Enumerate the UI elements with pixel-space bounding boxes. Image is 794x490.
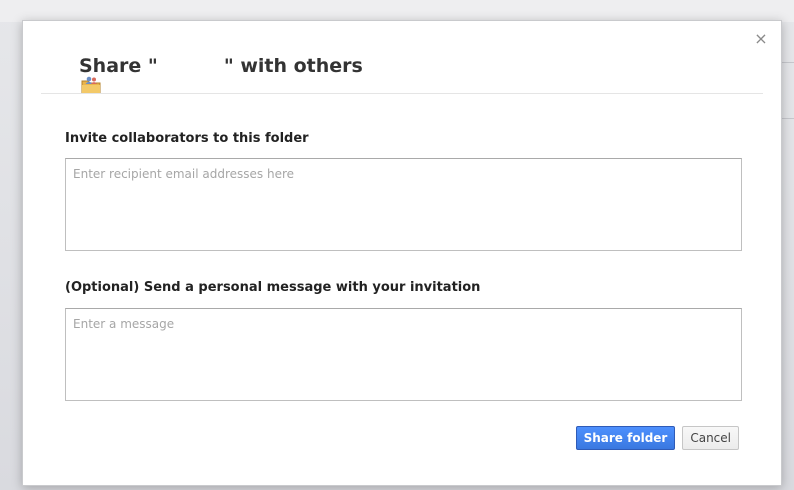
- share-folder-dialog: × Share " " with others Invite collaborat…: [22, 20, 782, 486]
- close-icon[interactable]: ×: [751, 29, 771, 49]
- dialog-header: Share " " with others: [49, 55, 363, 94]
- invite-label: Invite collaborators to this folder: [65, 131, 309, 146]
- dialog-title-suffix: " with others: [223, 55, 363, 77]
- shared-folder-icon: [49, 55, 101, 94]
- backdrop-top-bar: [0, 0, 794, 22]
- share-folder-button[interactable]: Share folder: [575, 426, 676, 450]
- cancel-button[interactable]: Cancel: [682, 426, 739, 450]
- recipients-input[interactable]: [65, 158, 742, 251]
- dialog-title-prefix: Share ": [79, 55, 158, 77]
- dialog-actions: Share folder Cancel: [575, 426, 739, 450]
- message-input[interactable]: [65, 308, 742, 401]
- message-label: (Optional) Send a personal message with …: [65, 280, 481, 295]
- header-divider: [41, 93, 763, 94]
